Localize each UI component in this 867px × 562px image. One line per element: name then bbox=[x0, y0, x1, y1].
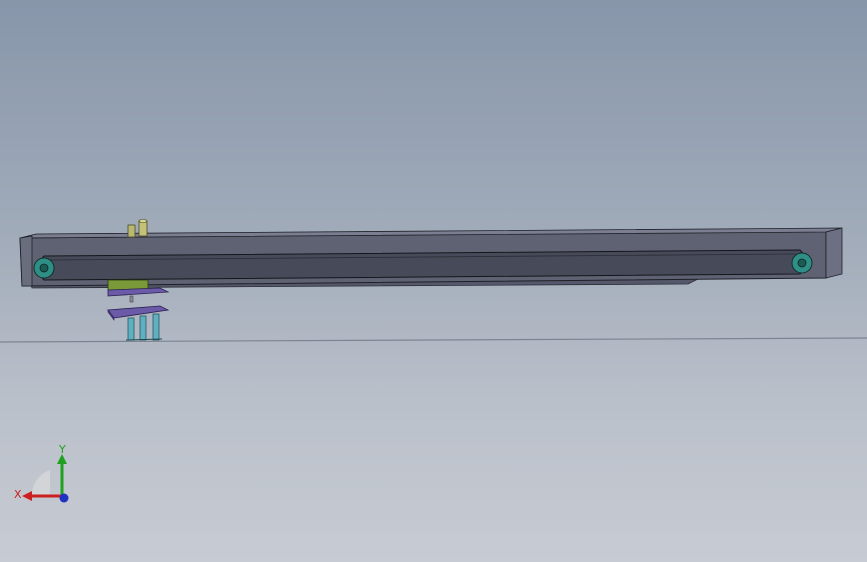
model-scene[interactable] bbox=[0, 0, 867, 562]
y-axis-label: Y bbox=[58, 443, 66, 456]
graphics-viewport[interactable]: Y X bbox=[0, 0, 867, 562]
beam-end-cap-left[interactable] bbox=[19, 235, 33, 287]
z-axis-dot bbox=[59, 493, 69, 503]
pulley-left[interactable] bbox=[33, 257, 55, 279]
tool-columns[interactable] bbox=[125, 313, 163, 341]
beam-end-cap-right[interactable] bbox=[825, 227, 843, 279]
pulley-right[interactable] bbox=[791, 252, 813, 274]
x-axis-label: X bbox=[14, 488, 22, 501]
coordinate-triad[interactable]: Y X bbox=[10, 440, 80, 510]
triad-plane bbox=[31, 470, 50, 496]
x-axis-arrow bbox=[22, 491, 32, 501]
